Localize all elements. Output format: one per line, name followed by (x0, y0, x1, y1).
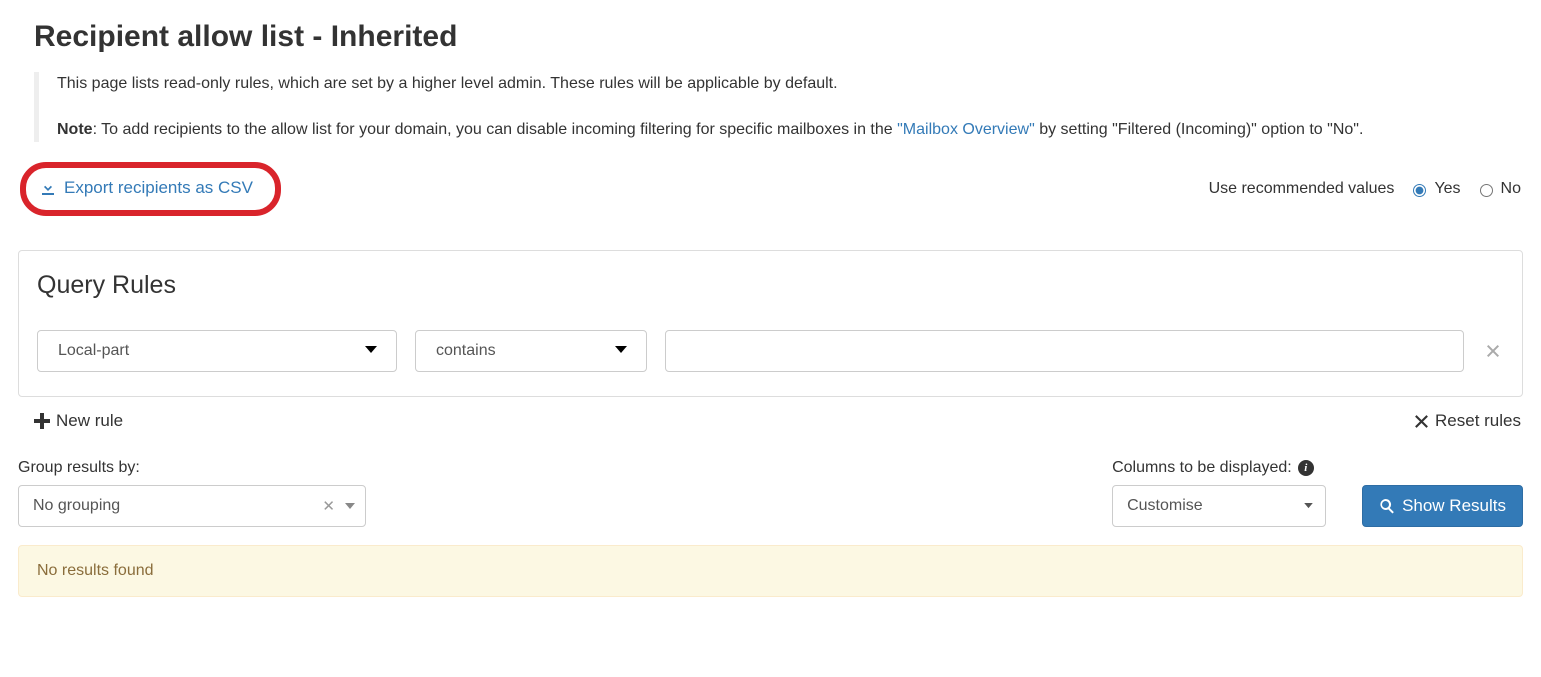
operator-select[interactable]: contains (415, 330, 647, 372)
chevron-down-icon (614, 342, 628, 360)
plus-icon (34, 413, 50, 429)
yes-text: Yes (1434, 180, 1460, 198)
field-select-value: Local-part (58, 342, 129, 360)
recommended-yes-radio[interactable] (1413, 184, 1426, 197)
note-after: by setting "Filtered (Incoming)" option … (1035, 121, 1364, 138)
no-results-alert: No results found (18, 545, 1523, 597)
intro-block: This page lists read-only rules, which a… (34, 72, 1523, 142)
close-icon (1486, 344, 1500, 358)
clear-group-icon[interactable]: ✕ (322, 497, 335, 515)
remove-rule-button[interactable] (1482, 340, 1504, 363)
recommended-values-group: Use recommended values Yes No (1209, 180, 1521, 198)
download-icon (40, 180, 56, 196)
group-results-label: Group results by: (18, 459, 366, 477)
note-before: : To add recipients to the allow list fo… (93, 121, 898, 138)
query-rules-panel: Query Rules Local-part contains (18, 250, 1523, 397)
operator-select-value: contains (436, 342, 496, 360)
field-select[interactable]: Local-part (37, 330, 397, 372)
new-rule-button[interactable]: New rule (34, 411, 123, 431)
search-icon (1379, 498, 1395, 514)
customise-select[interactable]: Customise (1112, 485, 1326, 527)
chevron-down-icon (1304, 503, 1313, 509)
close-icon (1414, 414, 1429, 429)
group-results-block: Group results by: No grouping ✕ (18, 459, 366, 527)
columns-label: Columns to be displayed: (1112, 459, 1292, 477)
export-label: Export recipients as CSV (64, 178, 253, 198)
chevron-down-icon (364, 342, 378, 360)
info-icon[interactable]: i (1298, 460, 1314, 476)
show-results-label: Show Results (1402, 496, 1506, 516)
show-results-button[interactable]: Show Results (1362, 485, 1523, 527)
no-text: No (1501, 180, 1521, 198)
export-recipients-link[interactable]: Export recipients as CSV (40, 178, 253, 198)
columns-block: Columns to be displayed: i Customise (1112, 459, 1326, 527)
query-rules-title: Query Rules (37, 271, 1504, 300)
note-text: Note: To add recipients to the allow lis… (57, 118, 1523, 142)
rule-row: Local-part contains (37, 330, 1504, 372)
recommended-yes-option[interactable]: Yes (1408, 180, 1460, 198)
rule-value-input[interactable] (665, 330, 1464, 372)
reset-rules-button[interactable]: Reset rules (1414, 411, 1521, 431)
mailbox-overview-link[interactable]: "Mailbox Overview" (897, 121, 1035, 138)
reset-rules-label: Reset rules (1435, 411, 1521, 431)
group-results-value: No grouping (33, 497, 120, 515)
recommended-label: Use recommended values (1209, 180, 1395, 198)
recommended-no-radio[interactable] (1480, 184, 1493, 197)
recommended-no-option[interactable]: No (1475, 180, 1521, 198)
page-title: Recipient allow list - Inherited (34, 20, 1523, 54)
export-highlight: Export recipients as CSV (20, 162, 281, 216)
chevron-down-icon (345, 503, 355, 510)
group-results-select[interactable]: No grouping ✕ (18, 485, 366, 527)
customise-value: Customise (1127, 497, 1203, 515)
note-label: Note (57, 121, 93, 138)
intro-text: This page lists read-only rules, which a… (57, 72, 1523, 96)
new-rule-label: New rule (56, 411, 123, 431)
